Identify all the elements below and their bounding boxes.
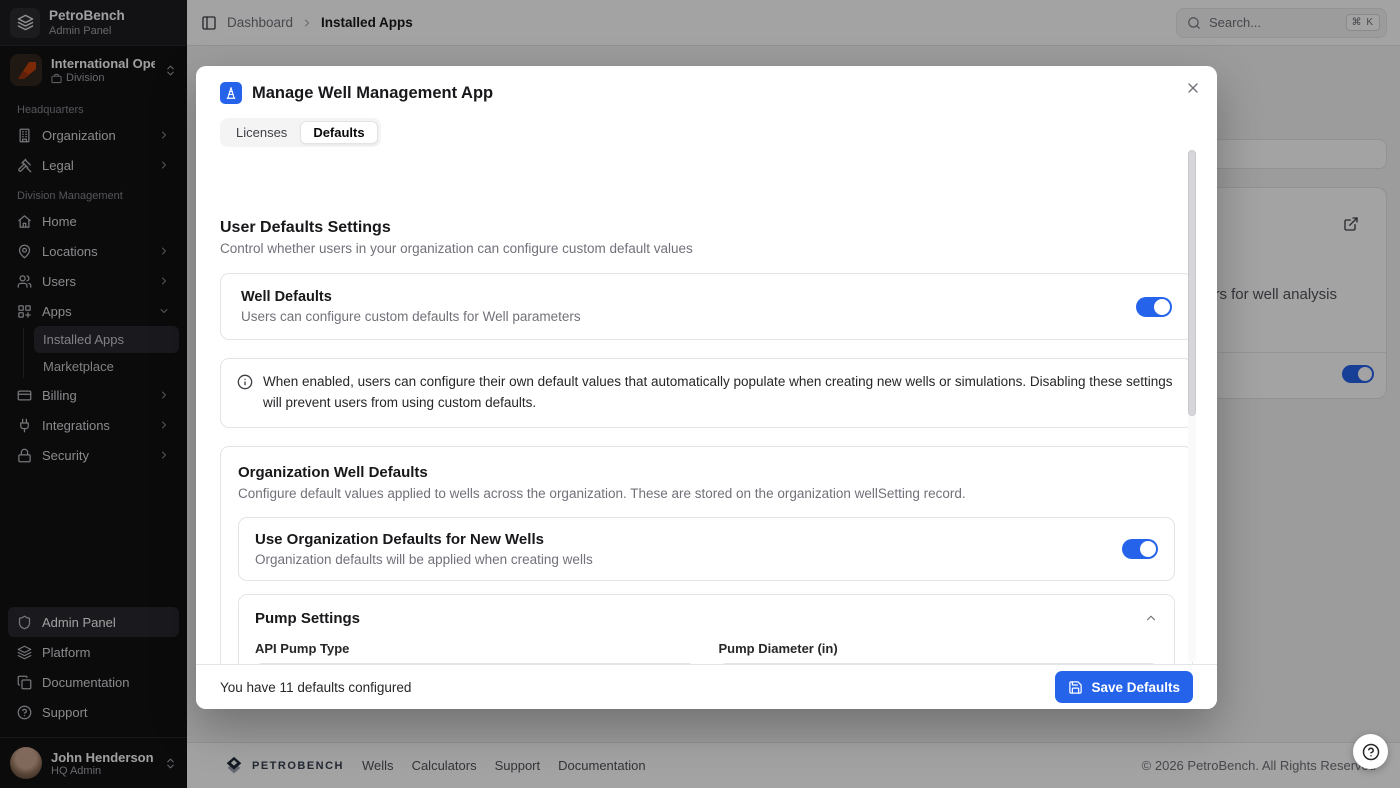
modal-header: Manage Well Management App (196, 66, 1217, 104)
manage-app-modal: Manage Well Management App Licenses Defa… (196, 66, 1217, 709)
well-defaults-toggle[interactable] (1136, 297, 1172, 317)
field-api-pump-type: API Pump Type Not set (255, 641, 695, 664)
save-defaults-button[interactable]: Save Defaults (1055, 671, 1193, 703)
modal-body: User Defaults Settings Control whether u… (196, 211, 1217, 664)
use-org-defaults-desc: Organization defaults will be applied wh… (255, 552, 1122, 567)
well-defaults-meta: Well Defaults Users can configure custom… (241, 289, 1136, 324)
modal-footer: You have 11 defaults configured Save Def… (196, 664, 1217, 709)
pump-settings-card: Pump Settings API Pump Type Not set (238, 594, 1175, 664)
modal-tabs: Licenses Defaults (220, 118, 381, 147)
use-org-defaults-toggle[interactable] (1122, 539, 1158, 559)
org-section-title: Organization Well Defaults (238, 464, 1175, 481)
well-app-icon (220, 82, 242, 104)
pump-settings-title: Pump Settings (255, 610, 1144, 627)
help-circle-icon (1362, 743, 1380, 761)
org-defaults-container: Organization Well Defaults Configure def… (220, 446, 1193, 664)
use-org-defaults-card: Use Organization Defaults for New Wells … (238, 517, 1175, 581)
tab-licenses[interactable]: Licenses (223, 121, 300, 144)
api-pump-type-label: API Pump Type (255, 641, 695, 656)
modal-scrollbar-thumb[interactable] (1188, 150, 1196, 416)
app-root: PetroBench Admin Panel International Ope… (0, 0, 1400, 788)
defaults-count-status: You have 11 defaults configured (220, 680, 411, 695)
info-icon (237, 374, 253, 390)
help-fab-button[interactable] (1353, 734, 1388, 769)
defaults-section-title: User Defaults Settings (220, 219, 1193, 237)
defaults-section-subtitle: Control whether users in your organizati… (220, 241, 1193, 256)
org-section-desc: Configure default values applied to well… (238, 486, 1175, 501)
field-pump-diameter: Pump Diameter (in) 1-1/2 (719, 641, 1159, 664)
save-icon (1068, 680, 1083, 695)
pump-fields-grid: API Pump Type Not set Pump Diameter (in)… (255, 641, 1158, 664)
chevron-up-icon[interactable] (1144, 611, 1158, 625)
modal-scrollbar-track (1188, 150, 1196, 662)
tab-defaults[interactable]: Defaults (300, 121, 377, 144)
use-org-defaults-title: Use Organization Defaults for New Wells (255, 531, 1122, 548)
info-box: When enabled, users can configure their … (220, 358, 1193, 428)
close-icon[interactable] (1183, 78, 1203, 98)
well-defaults-card: Well Defaults Users can configure custom… (220, 273, 1193, 340)
use-org-defaults-meta: Use Organization Defaults for New Wells … (255, 531, 1122, 567)
pump-settings-header: Pump Settings (255, 610, 1158, 627)
modal-title: Manage Well Management App (252, 84, 493, 103)
well-defaults-title: Well Defaults (241, 289, 1136, 305)
well-defaults-desc: Users can configure custom defaults for … (241, 309, 1136, 324)
pump-diameter-label: Pump Diameter (in) (719, 641, 1159, 656)
info-text: When enabled, users can configure their … (263, 372, 1176, 414)
